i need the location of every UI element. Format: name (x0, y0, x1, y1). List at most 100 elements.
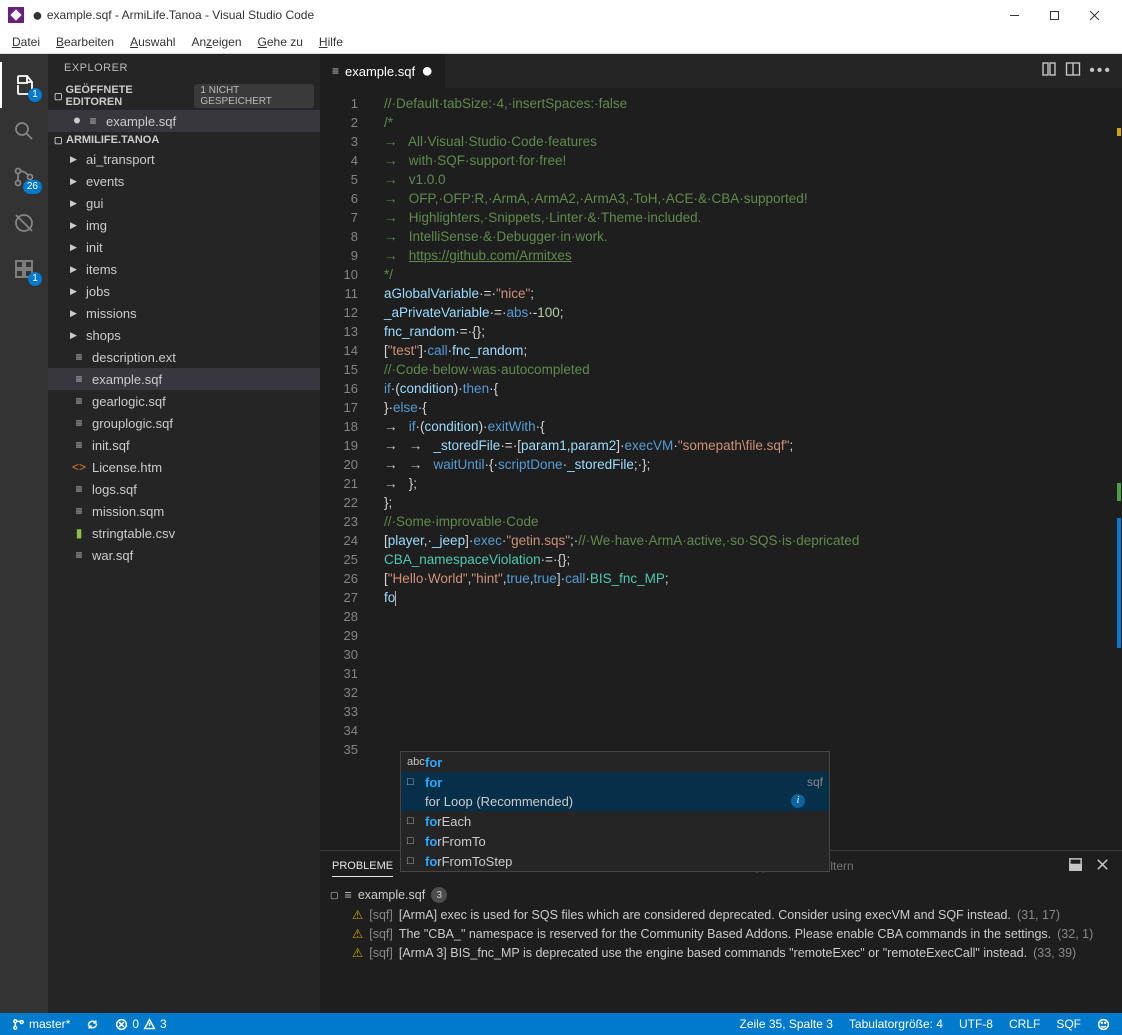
problem-row[interactable]: ⚠[sqf][ArmA] exec is used for SQS files … (330, 905, 1112, 924)
completion-kind-icon: □ (407, 835, 425, 847)
file-icon: ≡ (332, 64, 339, 78)
file-icon: ≡ (70, 438, 88, 452)
file-label: logs.sqf (92, 482, 137, 497)
completion-item[interactable]: □forEach (401, 811, 829, 831)
file-mission.sqm[interactable]: ≡mission.sqm (48, 500, 320, 522)
status-errors[interactable]: 0 3 (111, 1017, 170, 1031)
menu-anzeigen[interactable]: Anzeigen (183, 31, 249, 53)
file-init.sqf[interactable]: ≡init.sqf (48, 434, 320, 456)
panel-close-icon[interactable] (1095, 857, 1110, 875)
problems-file-header[interactable]: ▢ ≡ example.sqf 3 (330, 885, 1112, 905)
completion-kind-icon: □ (407, 855, 425, 867)
problem-row[interactable]: ⚠[sqf]The "CBA_" namespace is reserved f… (330, 924, 1112, 943)
modified-dot: ● (32, 6, 43, 24)
completion-item[interactable]: □forFromTo (401, 831, 829, 851)
minimap[interactable] (1108, 88, 1122, 850)
minimize-button[interactable] (994, 0, 1034, 30)
close-button[interactable] (1074, 0, 1114, 30)
menu-bearbeiten[interactable]: Bearbeiten (48, 31, 122, 53)
file-war.sqf[interactable]: ≡war.sqf (48, 544, 320, 566)
editor-tabs: ≡ example.sqf ● ••• (320, 54, 1122, 88)
status-encoding[interactable]: UTF-8 (955, 1017, 997, 1031)
problem-row[interactable]: ⚠[sqf][ArmA 3] BIS_fnc_MP is deprecated … (330, 943, 1112, 962)
status-sync[interactable] (82, 1018, 103, 1031)
folder-jobs[interactable]: ▶jobs (48, 280, 320, 302)
project-header[interactable]: ▢ ARMILIFE.TANOA (48, 132, 320, 148)
file-stringtable.csv[interactable]: ▮stringtable.csv (48, 522, 320, 544)
file-logs.sqf[interactable]: ≡ logs.sqf (48, 478, 320, 500)
status-feedback[interactable] (1093, 1018, 1114, 1031)
split-icon[interactable] (1065, 61, 1081, 82)
panel-expand-icon[interactable] (1068, 857, 1083, 875)
file-example.sqf[interactable]: ≡example.sqf (48, 368, 320, 390)
activity-search[interactable] (0, 108, 48, 154)
problem-message: [ArmA] exec is used for SQS files which … (399, 908, 1011, 922)
status-tabsize[interactable]: Tabulatorgröße: 4 (845, 1017, 947, 1031)
completion-kind-icon: □ (407, 815, 425, 827)
warning-icon: ⚠ (352, 945, 363, 960)
menu-geheu[interactable]: Gehe zu (250, 31, 311, 53)
folder-ai_transport[interactable]: ▶ai_transport (48, 148, 320, 170)
folder-items[interactable]: ▶ items (48, 258, 320, 280)
activity-debug[interactable] (0, 200, 48, 246)
file-icon: ≡ (70, 548, 88, 562)
activity-scm[interactable]: 26 (0, 154, 48, 200)
file-description.ext[interactable]: ≡description.ext (48, 346, 320, 368)
file-icon: ≡ (70, 482, 88, 496)
folder-shops[interactable]: ▶shops (48, 324, 320, 346)
folder-init[interactable]: ▶ init (48, 236, 320, 258)
open-editor-file[interactable]: • ≡ example.sqf (48, 110, 320, 132)
file-icon: <> (70, 460, 88, 474)
open-editors-header[interactable]: ▢ GEÖFFNETE EDITOREN 1 NICHT GESPEICHERT (48, 82, 320, 110)
folder-gui[interactable]: ▶gui (48, 192, 320, 214)
completion-item[interactable]: □forsqf (401, 772, 829, 792)
panel-tab-probleme[interactable]: PROBLEME (332, 856, 393, 877)
open-editor-filename: example.sqf (106, 114, 176, 129)
modified-dot-icon: • (70, 116, 84, 126)
status-language[interactable]: SQF (1052, 1017, 1085, 1031)
problem-position: (33, 39) (1033, 946, 1076, 960)
status-position[interactable]: Zeile 35, Spalte 3 (736, 1017, 837, 1031)
completion-item[interactable]: abcfor (401, 752, 829, 772)
file-icon: ≡ (345, 888, 352, 902)
activity-extensions[interactable]: 1 (0, 246, 48, 292)
folder-label: init (86, 240, 103, 255)
file-icon: ≡ (70, 350, 88, 364)
folder-label: missions (86, 306, 137, 321)
activity-explorer[interactable]: 1 (0, 62, 48, 108)
modified-dot-icon: ● (421, 61, 433, 81)
folder-missions[interactable]: ▶missions (48, 302, 320, 324)
chevron-right-icon: ▶ (70, 242, 82, 253)
maximize-button[interactable] (1034, 0, 1074, 30)
problem-position: (32, 1) (1057, 927, 1093, 941)
more-icon[interactable]: ••• (1089, 62, 1112, 80)
status-branch[interactable]: master* (8, 1017, 74, 1031)
file-label: grouplogic.sqf (92, 416, 173, 431)
folder-img[interactable]: ▶img (48, 214, 320, 236)
sidebar-title: EXPLORER (48, 54, 320, 82)
file-icon: ≡ (70, 372, 88, 386)
vscode-icon (8, 7, 24, 23)
line-gutter: 1234567891011121314151617181920212223242… (320, 94, 376, 759)
file-grouplogic.sqf[interactable]: ≡grouplogic.sqf (48, 412, 320, 434)
menu-datei[interactable]: Datei (4, 31, 48, 53)
menu-hilfe[interactable]: Hilfe (311, 31, 351, 53)
file-gearlogic.sqf[interactable]: ≡gearlogic.sqf (48, 390, 320, 412)
problems-panel: PROBLEME AUSGABE DEBUGGING-KONSOLE TERMI… (320, 850, 1122, 1013)
chevron-right-icon: ▶ (70, 264, 82, 275)
code-editor[interactable]: 1234567891011121314151617181920212223242… (320, 88, 1122, 850)
chevron-right-icon: ▶ (70, 154, 82, 165)
completion-item[interactable]: □forFromToStep (401, 851, 829, 871)
warning-icon: ⚠ (352, 926, 363, 941)
status-eol[interactable]: CRLF (1005, 1017, 1044, 1031)
folder-label: items (86, 262, 117, 277)
tab-example[interactable]: ≡ example.sqf ● (320, 54, 446, 88)
file-label: stringtable.csv (92, 526, 175, 541)
compare-icon[interactable] (1041, 61, 1057, 82)
file-License.htm[interactable]: <>License.htm (48, 456, 320, 478)
menu-auswahl[interactable]: Auswahl (122, 31, 183, 53)
completion-kind-icon: abc (407, 756, 425, 768)
open-editors-label: GEÖFFNETE EDITOREN (66, 84, 187, 108)
folder-label: gui (86, 196, 103, 211)
folder-events[interactable]: ▶events (48, 170, 320, 192)
